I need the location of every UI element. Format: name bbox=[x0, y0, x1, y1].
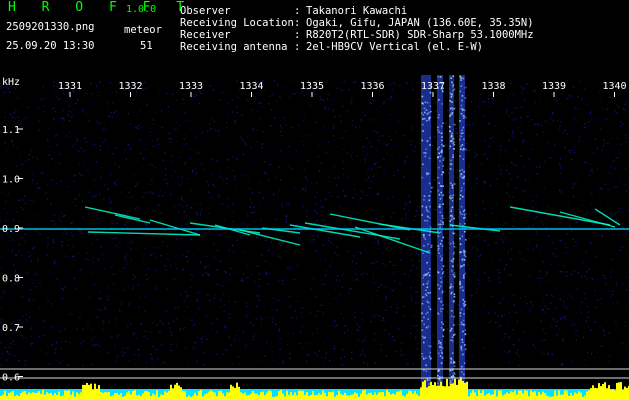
app-title: H R O F F T bbox=[8, 0, 194, 15]
x-tick-label: 1333 bbox=[179, 81, 203, 92]
meteor-count: 51 bbox=[140, 40, 153, 52]
interference-column bbox=[459, 75, 465, 400]
header-panel: H R O F F T 1.0.0 2509201330.png meteor … bbox=[0, 0, 629, 75]
interference-column bbox=[449, 75, 454, 400]
x-tick-label: 1338 bbox=[481, 81, 505, 92]
x-tick-label: 1339 bbox=[542, 81, 566, 92]
interference-column bbox=[421, 75, 431, 400]
image-filename: 2509201330.png bbox=[6, 21, 95, 33]
info-key-antenna: Receiving antenna bbox=[180, 41, 288, 53]
x-tick-label: 1340 bbox=[602, 81, 626, 92]
spectrogram-plot: kHz 1331 1332 1333 1334 1335 1336 1337 1338 1339 1… bbox=[0, 75, 629, 400]
info-value-observer: Takanori Kawachi bbox=[306, 5, 408, 17]
y-tick-label: 0.7 bbox=[2, 323, 20, 334]
y-tick-label: 0.6 bbox=[2, 373, 20, 384]
plot-background bbox=[0, 75, 629, 400]
info-separator: : bbox=[294, 5, 301, 17]
info-value-antenna: 2el-HB9CV Vertical (el. E-W) bbox=[306, 41, 484, 53]
y-tick-label: 0.9 bbox=[2, 224, 20, 235]
y-tick-label: 1.0 bbox=[2, 175, 20, 186]
info-value-receiver: R820T2(RTL-SDR) SDR-Sharp 53.1000MHz bbox=[306, 29, 534, 41]
app-version: 1.0.0 bbox=[126, 4, 157, 15]
x-tick-label: 1337 bbox=[421, 81, 445, 92]
y-tick-label: 1.1 bbox=[2, 125, 20, 136]
info-separator: : bbox=[294, 41, 301, 53]
x-tick-label: 1335 bbox=[300, 81, 324, 92]
x-tick-label: 1332 bbox=[118, 81, 142, 92]
x-tick-label: 1331 bbox=[58, 81, 82, 92]
x-tick-label: 1334 bbox=[239, 81, 263, 92]
info-key-location: Receiving Location bbox=[180, 17, 294, 29]
info-separator: : bbox=[294, 29, 301, 41]
info-separator: : bbox=[294, 17, 301, 29]
x-tick-label: 1336 bbox=[360, 81, 384, 92]
capture-datetime: 25.09.20 13:30 bbox=[6, 40, 95, 52]
info-key-observer: Observer bbox=[180, 5, 231, 17]
info-key-receiver: Receiver bbox=[180, 29, 231, 41]
info-value-location: Ogaki, Gifu, JAPAN (136.60E, 35.35N) bbox=[306, 17, 534, 29]
y-axis-unit-label: kHz bbox=[2, 77, 20, 88]
interference-column bbox=[437, 75, 443, 400]
meteor-label: meteor bbox=[124, 24, 162, 36]
y-tick-label: 0.8 bbox=[2, 274, 20, 285]
